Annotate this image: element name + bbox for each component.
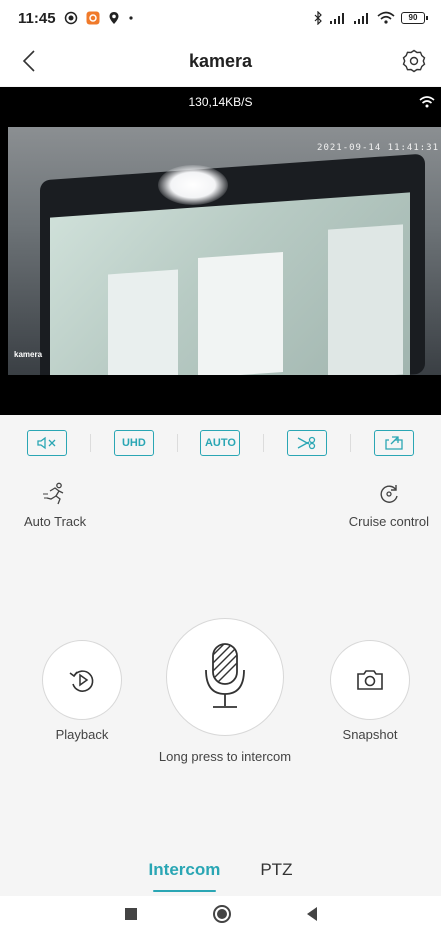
signal-icon [329, 12, 347, 24]
cruise-control-button[interactable]: Cruise control [349, 482, 429, 529]
microphone-icon [205, 643, 245, 708]
app-header: kamera [0, 36, 441, 86]
auto-mode-button[interactable]: AUTO [200, 430, 241, 456]
settings-button[interactable] [399, 46, 429, 76]
snapshot-label: Snapshot [342, 727, 398, 742]
quality-button[interactable]: UHD [113, 430, 154, 456]
snapshot-button[interactable] [330, 640, 410, 720]
status-bar: 11:45 90 [0, 0, 441, 36]
home-icon[interactable] [212, 904, 231, 923]
wifi-icon [377, 11, 395, 25]
running-person-icon [43, 482, 64, 505]
playback-button[interactable] [42, 640, 122, 720]
bottom-tabs: Intercom PTZ [0, 850, 441, 896]
dot-icon [128, 15, 134, 21]
rotate-icon [380, 485, 398, 503]
auto-track-button[interactable]: Auto Track [24, 482, 86, 529]
intercom-hint: Long press to intercom [158, 749, 292, 764]
feed-timestamp: 2021-09-14 11:41:31 [317, 143, 439, 153]
auto-track-label: Auto Track [24, 514, 87, 529]
gear-icon [402, 49, 426, 73]
camera-icon [357, 670, 383, 690]
speaker-mute-icon [37, 436, 56, 450]
replay-icon [69, 670, 94, 692]
playback-label: Playback [55, 727, 109, 742]
clip-button[interactable] [286, 430, 327, 456]
app-notification-icon [86, 11, 100, 25]
export-icon [384, 436, 403, 450]
back-button[interactable] [14, 46, 44, 76]
battery-icon: 90 [401, 12, 428, 24]
stream-speed: 130,14KB/S [188, 95, 253, 109]
video-toolbar: UHD AUTO [0, 415, 441, 471]
export-button[interactable] [373, 430, 414, 456]
record-icon [64, 11, 78, 25]
location-icon [108, 11, 120, 25]
page-title: kamera [188, 50, 253, 71]
bluetooth-icon [313, 11, 323, 25]
status-time: 11:45 [18, 9, 56, 27]
system-nav-bar [0, 896, 441, 931]
wifi-icon [419, 95, 435, 113]
tab-intercom[interactable]: Intercom [149, 860, 220, 892]
back-nav-icon[interactable] [306, 906, 317, 921]
video-player[interactable]: 130,14KB/S 2021-09-14 11:41:31 kamera [0, 87, 441, 415]
camera-feed: 2021-09-14 11:41:31 kamera [8, 127, 441, 375]
scissors-icon [297, 436, 316, 450]
signal-icon-2 [353, 12, 371, 24]
chevron-left-icon [22, 50, 35, 72]
mute-button[interactable] [27, 430, 68, 456]
feed-camera-label: kamera [14, 350, 43, 359]
tab-ptz[interactable]: PTZ [260, 860, 292, 886]
cruise-control-label: Cruise control [348, 514, 429, 529]
recent-apps-icon[interactable] [124, 907, 137, 920]
intercom-button[interactable] [166, 618, 284, 736]
